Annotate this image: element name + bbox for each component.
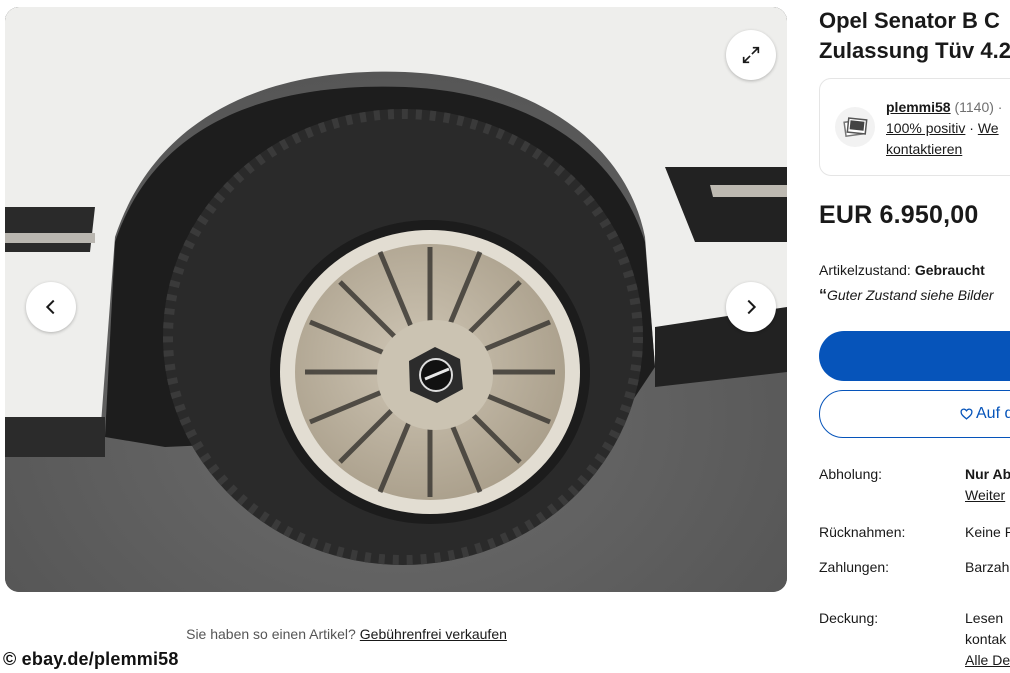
pickup-more-link[interactable]: Weiter (965, 485, 1010, 506)
next-image-button[interactable] (726, 282, 776, 332)
seller-card: plemmi58 (1140) · 100% positiv · We kont… (819, 78, 1010, 176)
listing-title-line-2: Zulassung Tüv 4.2 (819, 38, 1010, 63)
listing-price: EUR 6.950,00 (819, 201, 979, 229)
listing-details-panel: Opel Senator B C Zulassung Tüv 4.2 plemm… (819, 0, 1010, 673)
pickup-label: Abholung: (819, 466, 883, 482)
payments-value: Barzah (965, 559, 1010, 575)
condition-note-text: Guter Zustand siehe Bilder (827, 287, 994, 303)
sell-similar-line: Sie haben so einen Artikel? Gebührenfrei … (0, 626, 693, 642)
seller-name-link[interactable]: plemmi58 (886, 99, 951, 115)
copyright-watermark: © ebay.de/plemmi58 (3, 649, 179, 669)
chevron-right-icon (747, 299, 757, 315)
expand-image-button[interactable] (726, 30, 776, 80)
listing-photo (5, 7, 787, 592)
chevron-left-icon (45, 299, 55, 315)
item-condition: Artikelzustand: Gebraucht (819, 262, 985, 278)
returns-value: Keine R (965, 524, 1010, 540)
condition-note: “Guter Zustand siehe Bilder (819, 287, 994, 305)
payments-label: Zahlungen: (819, 559, 890, 575)
condition-value: Gebraucht (914, 262, 985, 278)
seller-contact-link[interactable]: kontaktieren (886, 141, 962, 157)
pickup-value: Nur Ab Weiter (965, 464, 1010, 506)
seller-separator: · (993, 99, 1003, 115)
previous-image-button[interactable] (26, 282, 76, 332)
coverage-value: Lesen kontak Alle De (965, 608, 1010, 671)
condition-quote-mark: “ (819, 287, 827, 304)
expand-arrows-icon (742, 46, 760, 64)
pickup-value-text: Nur Ab (965, 466, 1010, 482)
seller-dot: · (965, 120, 978, 136)
heart-icon (960, 408, 973, 420)
coverage-label: Deckung: (819, 610, 879, 626)
coverage-line-1: Lesen (965, 610, 1004, 626)
sell-free-link[interactable]: Gebührenfrei verkaufen (360, 626, 507, 642)
seller-positive-link[interactable]: 100% positiv (886, 120, 965, 136)
watch-label: Auf d (976, 405, 1010, 422)
listing-title-line-1: Opel Senator B C (819, 8, 1000, 33)
seller-info: plemmi58 (1140) · 100% positiv · We kont… (886, 97, 1002, 160)
watch-button[interactable]: Auf d (819, 390, 1010, 438)
coverage-all-link[interactable]: Alle De (965, 650, 1010, 671)
sell-prompt-text: Sie haben so einen Artikel? (186, 626, 356, 642)
listing-title: Opel Senator B C Zulassung Tüv 4.2 (819, 6, 1010, 66)
seller-more-link[interactable]: We (978, 120, 999, 136)
coverage-line-2: kontak (965, 631, 1007, 647)
seller-avatar[interactable] (835, 107, 875, 147)
listing-image-gallery[interactable] (5, 7, 787, 592)
buy-now-button[interactable] (819, 331, 1010, 381)
seller-store-icon (843, 117, 868, 138)
seller-feedback-count: (1140) (954, 99, 994, 115)
returns-label: Rücknahmen: (819, 524, 906, 540)
condition-label: Artikelzustand: (819, 262, 911, 278)
